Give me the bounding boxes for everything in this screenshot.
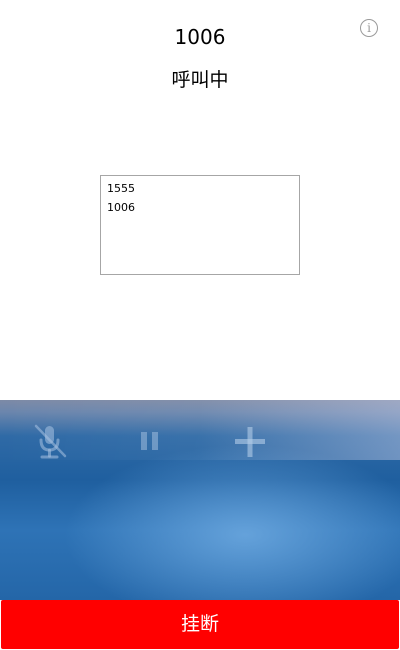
mute-button[interactable] <box>27 420 71 464</box>
log-line: 1006 <box>107 201 135 214</box>
mute-mic-icon <box>34 424 67 459</box>
call-number: 1006 <box>174 25 226 49</box>
call-log-box[interactable]: 1555 1006 <box>100 175 300 275</box>
call-screen: i 1006 呼叫中 1555 1006 挂断 <box>0 0 400 650</box>
plus-icon <box>235 427 265 457</box>
call-status: 呼叫中 <box>171 69 229 91</box>
hangup-button[interactable]: 挂断 <box>1 600 399 649</box>
pause-icon <box>141 432 158 450</box>
add-call-button[interactable] <box>227 420 271 464</box>
call-controls-panel <box>0 400 400 600</box>
hold-button[interactable] <box>128 420 172 464</box>
log-line: 1555 <box>107 182 135 195</box>
